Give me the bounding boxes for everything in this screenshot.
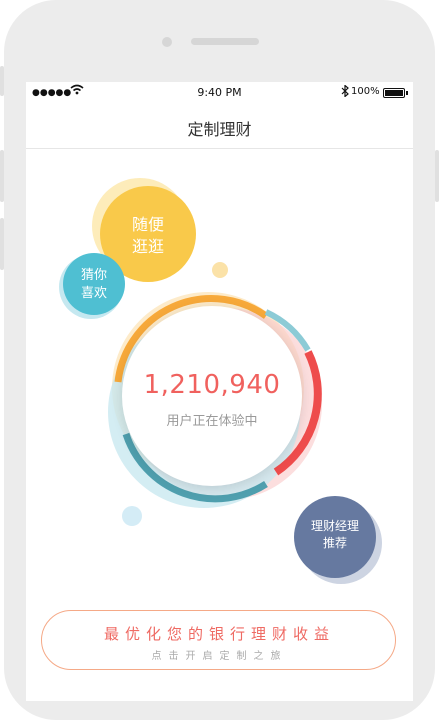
guess-bubble[interactable]: 猜你 喜欢	[63, 253, 125, 315]
app-screen: ●●●●● 9:40 PM 100% 定制理财 随便 逛逛 猜你 喜欢 1,21…	[26, 82, 413, 701]
camera-dot	[162, 37, 172, 47]
cta-subtitle: 点击开启定制之旅	[151, 651, 288, 662]
user-count-label: 用户正在体验中	[166, 414, 258, 429]
cta-title: 最优化您的银行理财收益	[103, 625, 335, 643]
volume-down-button	[0, 218, 4, 270]
guess-bubble-label: 猜你 喜欢	[80, 268, 107, 302]
small-blue-dot	[122, 506, 142, 526]
user-count: 1,210,940	[143, 370, 281, 400]
power-button	[435, 150, 439, 202]
browse-bubble-label: 随便 逛逛	[131, 215, 164, 257]
manager-bubble[interactable]: 理财经理 推荐	[294, 496, 376, 578]
speaker-grille	[191, 38, 259, 45]
small-yellow-dot	[212, 262, 228, 278]
manager-bubble-label: 理财经理 推荐	[310, 519, 359, 550]
start-customization-button[interactable]: 最优化您的银行理财收益 点击开启定制之旅	[41, 610, 396, 670]
mute-switch	[0, 66, 4, 96]
volume-up-button	[0, 150, 4, 202]
